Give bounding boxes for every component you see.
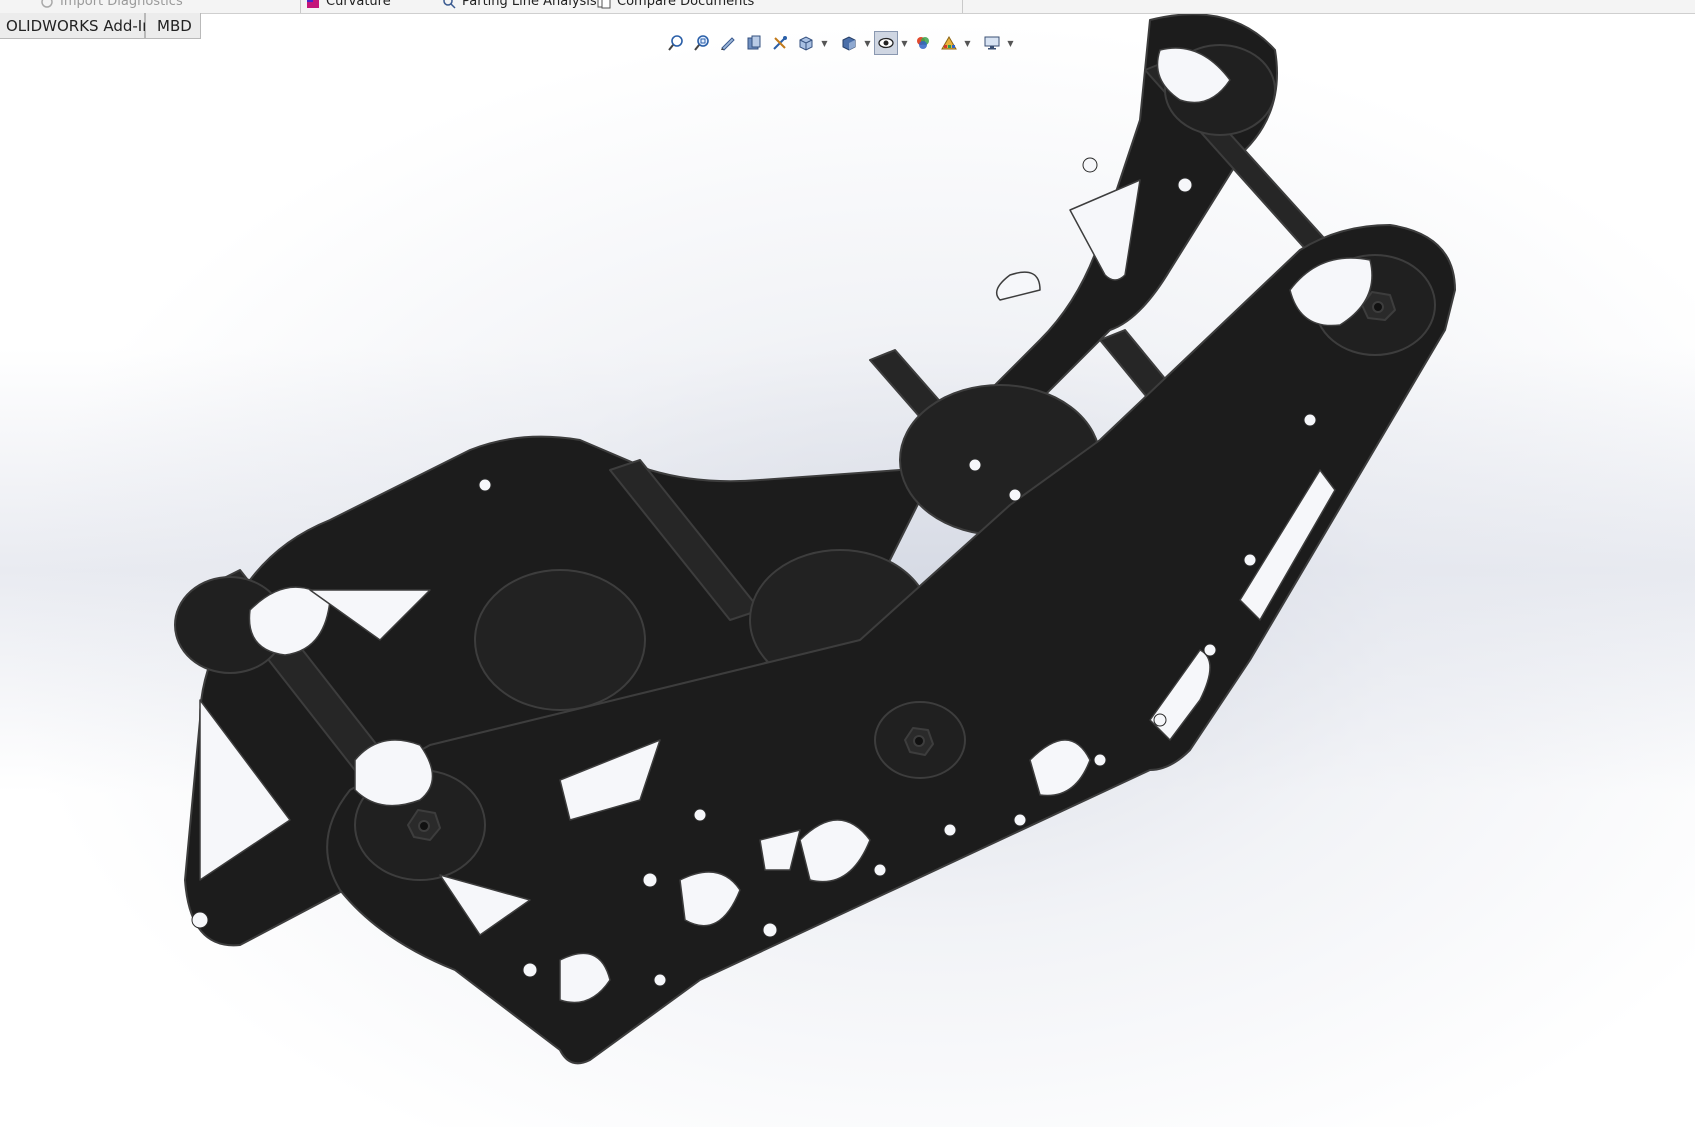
heads-up-view-toolbar: ▼ ▼ ▼ ▼ ▼ [664, 31, 1015, 55]
parting-line-icon [442, 0, 456, 9]
ribbon-item-label: Compare Documents [617, 0, 755, 9]
bolt-hole [1303, 413, 1317, 427]
ribbon-item-curvature[interactable]: Curvature [306, 0, 391, 9]
ribbon-divider [962, 0, 963, 13]
bolt-hole [191, 911, 209, 929]
bolt-hole [522, 962, 538, 978]
chevron-down-icon[interactable]: ▼ [1006, 31, 1015, 55]
bolt-hole [762, 922, 778, 938]
plate-cutout [354, 739, 434, 807]
zoom-to-area-icon[interactable] [690, 31, 714, 55]
bolt-hole [1008, 488, 1022, 502]
axle-hole [418, 820, 430, 832]
tab-mbd[interactable]: MBD [145, 13, 201, 39]
graphics-viewport[interactable]: ▼ ▼ ▼ ▼ ▼ [0, 14, 1695, 1127]
command-manager-ribbon: Import Diagnostics Curvature Parting Lin… [0, 0, 1695, 14]
import-diagnostics-icon [40, 0, 54, 9]
bolt-hole [653, 973, 667, 987]
bolt-hole [968, 458, 982, 472]
curvature-icon [306, 0, 320, 9]
bolt-hole [642, 872, 658, 888]
ribbon-item-label: Import Diagnostics [60, 0, 183, 9]
bolt-hole [1093, 753, 1107, 767]
tab-solidworks-add-ins[interactable]: OLIDWORKS Add-Ins [0, 13, 160, 39]
view-settings-icon[interactable] [980, 31, 1004, 55]
chevron-down-icon[interactable]: ▼ [963, 31, 972, 55]
ribbon-item-label: Curvature [326, 0, 391, 9]
tab-label: OLIDWORKS Add-Ins [6, 17, 160, 35]
display-style-icon[interactable] [837, 31, 861, 55]
chassis-model[interactable] [0, 14, 1695, 1127]
compare-documents-icon [597, 0, 611, 9]
drive-gear [474, 569, 646, 711]
chevron-down-icon[interactable]: ▼ [900, 31, 909, 55]
chevron-down-icon[interactable]: ▼ [820, 31, 829, 55]
ribbon-item-compare-documents[interactable]: Compare Documents [597, 0, 754, 9]
zoom-to-fit-icon[interactable] [664, 31, 688, 55]
axle-hole [913, 735, 925, 747]
dynamic-annotation-icon[interactable] [768, 31, 792, 55]
chevron-down-icon[interactable]: ▼ [863, 31, 872, 55]
bolt-hole [1203, 643, 1217, 657]
ribbon-item-label: Parting Line Analysis [462, 0, 597, 9]
ribbon-item-parting-line-analysis[interactable]: Parting Line Analysis [442, 0, 597, 9]
bolt-hole [478, 478, 492, 492]
edit-appearance-icon[interactable] [911, 31, 935, 55]
bolt-hole [693, 808, 707, 822]
bolt-hole [1243, 553, 1257, 567]
bolt-hole [873, 863, 887, 877]
axle-hole [1372, 301, 1384, 313]
ribbon-divider [300, 0, 301, 13]
previous-view-icon[interactable] [716, 31, 740, 55]
hide-show-items-icon[interactable] [874, 31, 898, 55]
tab-label: MBD [157, 17, 192, 35]
bolt-hole [943, 823, 957, 837]
view-orientation-icon[interactable] [794, 31, 818, 55]
bolt-hole [1153, 713, 1167, 727]
bolt-hole [1177, 177, 1193, 193]
section-view-icon[interactable] [742, 31, 766, 55]
apply-scene-icon[interactable] [937, 31, 961, 55]
plate-cutout [995, 271, 1041, 301]
ribbon-item-import-diagnostics[interactable]: Import Diagnostics [40, 0, 183, 9]
bolt-hole [1013, 813, 1027, 827]
bolt-hole [1082, 157, 1098, 173]
